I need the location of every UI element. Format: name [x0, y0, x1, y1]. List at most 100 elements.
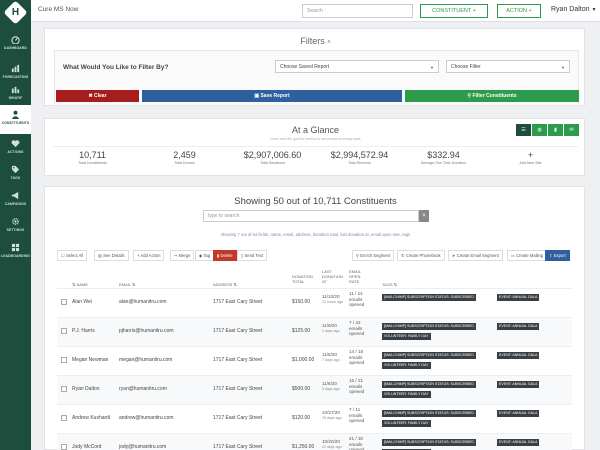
chart-view-button[interactable]: ▮ — [548, 124, 563, 136]
cell-email-open-rate: 14 / 18 emails opened — [349, 349, 364, 366]
add-constituent-button[interactable]: CONSTITUENT + — [420, 4, 488, 18]
create-mailing-button[interactable]: ▭ Create Mailing — [507, 250, 548, 261]
sidebar-item-dashboard[interactable]: DASHBOARD — [0, 30, 31, 59]
cell-name[interactable]: Alan Wei — [72, 299, 92, 305]
col-label: AT — [322, 279, 327, 284]
globe-view-button[interactable]: ◍ — [532, 124, 547, 136]
sidebar-item-label: CONSTITUENTS — [1, 121, 30, 125]
email-view-button[interactable]: ✉ — [564, 124, 579, 136]
open-rate-label: opened — [349, 389, 365, 395]
see-details-button[interactable]: ▤ See Details — [94, 250, 129, 261]
col-name[interactable]: ⇅ NAME — [72, 282, 88, 287]
col-label: EMAIL — [119, 282, 131, 287]
filters-panel: Filters ˄ What Would You Like to Filter … — [44, 28, 585, 106]
tag-chip[interactable]: VOLUNTEER: FAMILY DAY — [382, 362, 431, 369]
cell-name[interactable]: P.J. Harris — [72, 328, 95, 334]
cell-last-donation: 10/27/20 15 days ago — [322, 410, 342, 421]
sidebar-item-tags[interactable]: TAGS — [0, 160, 31, 189]
tag-chip[interactable]: [MAILCHIMP] SUBSCRIPTION STATUS: SUBSCRI… — [382, 294, 476, 301]
select-all-button[interactable]: ☐ Select All — [57, 250, 88, 261]
tag-chip[interactable]: [MAILCHIMP] SUBSCRIPTION STATUS: SUBSCRI… — [382, 439, 476, 446]
stat-value: 10,711 — [79, 150, 106, 160]
save-report-button[interactable]: ▣ Save Report — [142, 90, 402, 102]
cell-address: 1717 East Cary Street — [213, 386, 263, 392]
col-tags[interactable]: TAGS ⇅ — [382, 282, 397, 287]
user-menu[interactable]: Ryan Dalton ▼ — [551, 6, 596, 13]
row-checkbox[interactable] — [61, 444, 67, 450]
tag-chip[interactable]: EVENT: ANNUAL GALA — [497, 439, 540, 446]
tag-chip[interactable]: VOLUNTEER: FAMILY DAY — [382, 420, 431, 427]
sort-icon: ⇅ — [393, 282, 398, 287]
table-row[interactable]: Ryan Dalton ryan@humanitru.com 1717 East C… — [57, 375, 572, 404]
send-text-button[interactable]: ▯ Send Text — [237, 250, 268, 261]
tag-chip[interactable]: EVENT: ANNUAL GALA — [497, 323, 540, 330]
col-last-donation[interactable]: LAST DONATION AT — [322, 269, 343, 284]
tag-chip[interactable]: [MAILCHIMP] SUBSCRIPTION STATUS: SUBSCRI… — [382, 381, 476, 388]
cell-last-donation: 11/5/20 7 days ago — [322, 352, 340, 363]
saved-report-select[interactable]: Choose Saved Report ▼ — [275, 60, 439, 73]
clear-button[interactable]: ✖ Clear — [56, 90, 139, 102]
details-icon: ▤ — [98, 253, 102, 258]
stat-total-constituents: 10,711 Total Constituents — [55, 150, 130, 165]
sidebar-item-actions[interactable]: ACTIONS — [0, 134, 31, 163]
create-email-segment-button[interactable]: ➤ Create Email Segment — [448, 250, 503, 261]
row-checkbox[interactable] — [61, 415, 67, 421]
last-donation-date: 10/27/20 — [322, 410, 340, 415]
row-checkbox[interactable] — [61, 328, 67, 334]
delete-button[interactable]: ▮ Delete — [213, 250, 237, 261]
filter-constituents-button[interactable]: ⚲ Filter Constituents — [405, 90, 579, 102]
table-row[interactable]: Alan Wei alan@humanitru.com 1717 East Cary… — [57, 288, 572, 317]
tag-chip[interactable]: EVENT: ANNUAL GALA — [497, 352, 540, 359]
tag-chip[interactable]: VOLUNTEER: FAMILY DAY — [382, 391, 431, 398]
clear-search-button[interactable]: × — [419, 210, 429, 222]
tag-chip[interactable]: [MAILCHIMP] SUBSCRIPTION STATUS: SUBSCRI… — [382, 352, 476, 359]
sidebar-item-campaigns[interactable]: CAMPAIGNS — [0, 186, 31, 215]
cell-last-donation: 10/20/20 22 days ago — [322, 439, 342, 450]
list-search-input[interactable]: type to search — [203, 210, 419, 222]
table-row[interactable]: Megan Newman megan@humanitru.com 1717 East… — [57, 346, 572, 375]
label: Tag — [203, 253, 211, 258]
stat-value: $332.94 — [427, 150, 460, 160]
row-checkbox[interactable] — [61, 299, 67, 305]
tag-chip[interactable]: [MAILCHIMP] SUBSCRIPTION STATUS: SUBSCRI… — [382, 410, 476, 417]
export-button[interactable]: ⇪ Export — [545, 250, 570, 261]
col-address[interactable]: ADDRESS ⇅ — [213, 282, 237, 287]
search-input[interactable]: Search — [302, 4, 413, 18]
col-email[interactable]: EMAIL ⇅ — [119, 282, 135, 287]
cell-name[interactable]: Megan Newman — [72, 357, 108, 363]
col-email-open-rate[interactable]: EMAIL OPEN RATE — [349, 269, 361, 284]
stat-label: Total Revenue — [348, 161, 371, 165]
tag-chip[interactable]: VOLUNTEER: FAMILY DAY — [382, 333, 431, 340]
add-action-button[interactable]: ACTION + — [497, 4, 541, 18]
row-checkbox[interactable] — [61, 357, 67, 363]
filter-select[interactable]: Choose Filter ▼ — [446, 60, 570, 73]
list-view-button[interactable]: ☰ — [516, 124, 531, 136]
stat-label: Total Donors — [174, 161, 195, 165]
create-phonebook-button[interactable]: ✆ Create Phonebook — [397, 250, 445, 261]
sidebar-item-leadboarding[interactable]: LEADBOARDING — [0, 238, 31, 267]
filters-toggle[interactable]: Filters ˄ — [45, 36, 586, 46]
enrich-segment-button[interactable]: ⚲ Enrich Segment — [352, 250, 395, 261]
tag-chip[interactable]: EVENT: ANNUAL GALA — [497, 410, 540, 417]
tag-button[interactable]: ◆ Tag — [195, 250, 215, 261]
add-new-stat[interactable]: + Add New Stat — [493, 150, 568, 165]
sidebar-item-settings[interactable]: SETTINGS — [0, 212, 31, 241]
tag-chip[interactable]: EVENT: ANNUAL GALA — [497, 294, 540, 301]
table-row[interactable]: P.J. Harris pjharris@humanitru.com 1717 Ea… — [57, 317, 572, 346]
tag-chip[interactable]: [MAILCHIMP] SUBSCRIPTION STATUS: SUBSCRI… — [382, 323, 476, 330]
fields-hint[interactable]: showing 7 out of 64 fields: name, email,… — [45, 232, 586, 237]
save-report-label: Save Report — [260, 93, 290, 99]
merge-button[interactable]: ⤳ Merge — [170, 250, 195, 261]
envelope-icon: ✉ — [569, 127, 574, 133]
cell-donation-total: $125.00 — [292, 328, 311, 334]
cell-name[interactable]: Ryan Dalton — [72, 386, 100, 392]
table-row[interactable]: Jody McCord jody@humanitru.com 1717 East C… — [57, 433, 572, 450]
cell-name[interactable]: Jody McCord — [72, 444, 101, 450]
table-row[interactable]: Andrew Kushardi andrew@humanitru.com 1717 … — [57, 404, 572, 433]
tag-chip[interactable]: EVENT: ANNUAL GALA — [497, 381, 540, 388]
cell-name[interactable]: Andrew Kushardi — [72, 415, 110, 421]
col-donation-total[interactable]: DONATION TOTAL — [292, 274, 313, 284]
add-action-list-button[interactable]: + Add Action — [133, 250, 165, 261]
row-checkbox[interactable] — [61, 386, 67, 392]
sidebar-item-constituents[interactable]: CONSTITUENTS — [0, 105, 31, 134]
